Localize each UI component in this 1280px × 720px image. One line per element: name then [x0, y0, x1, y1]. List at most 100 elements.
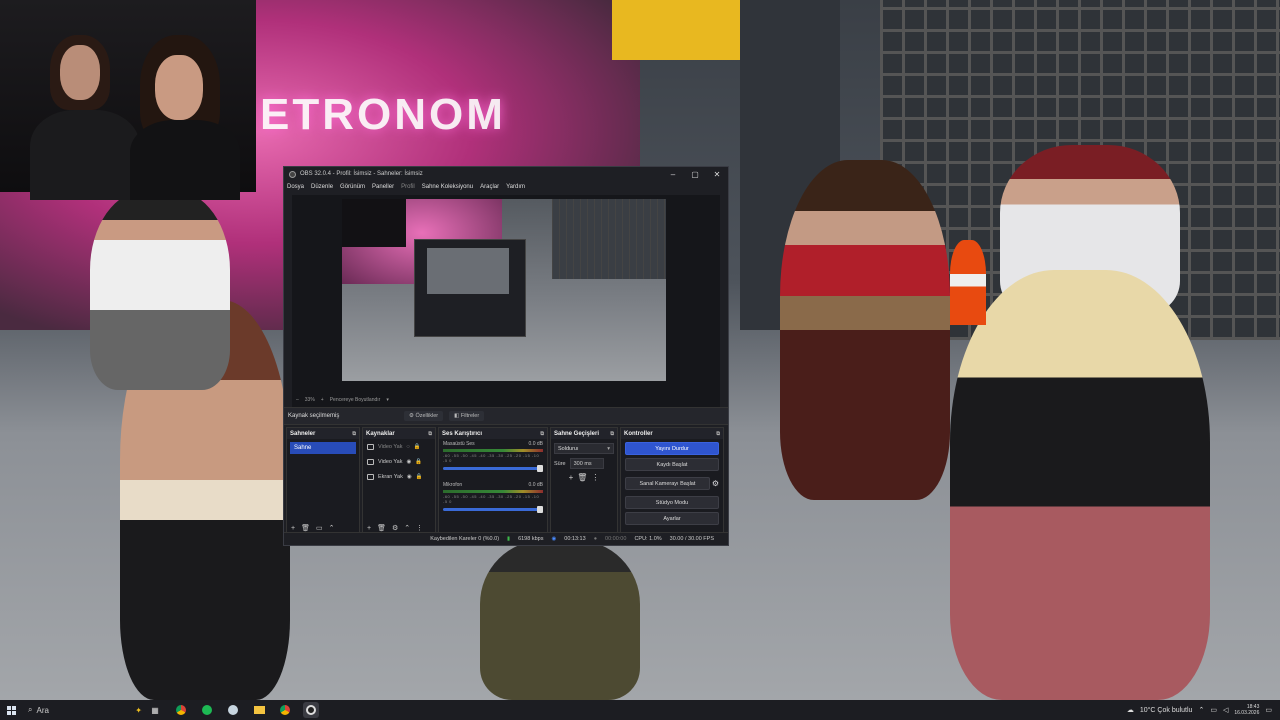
source-label: Video Yak [378, 458, 403, 465]
dropped-frames: Kaybedilen Kareler 0 (%0.0) [430, 536, 500, 542]
file-explorer-icon[interactable] [251, 702, 267, 718]
zoom-out-icon[interactable]: – [296, 397, 299, 403]
obs-titlebar[interactable]: OBS 32.0.4 - Profil: İsimsiz - Sahneler:… [284, 167, 728, 181]
duration-label: Süre [554, 460, 566, 467]
gear-icon[interactable]: ⚙ [712, 479, 719, 488]
chevron-up-icon[interactable]: ⌃ [1198, 706, 1204, 714]
filters-button[interactable]: ◧ Filtreler [449, 411, 485, 421]
clock[interactable]: 18:43 16.03.2026 [1234, 704, 1259, 716]
trash-icon[interactable]: 🗑 [377, 524, 386, 532]
source-item[interactable]: Video Yak ◌ 🔒 [363, 439, 435, 454]
weather-icon: ☁ [1126, 707, 1134, 714]
camera-icon [367, 458, 374, 465]
sources-dock: Kaynaklar ⧉ Video Yak ◌ 🔒 Video Yak ◉ 🔒 Ekran… [362, 427, 436, 535]
signal-icon: ▮ [507, 536, 511, 542]
lock-icon[interactable]: 🔒 [414, 444, 421, 450]
trash-icon[interactable]: 🗑 [577, 473, 587, 482]
dock-menu-icon[interactable]: ⧉ [540, 431, 544, 437]
maximize-button[interactable]: ▢ [684, 170, 706, 179]
obs-taskbar-icon[interactable] [303, 702, 319, 718]
lock-icon[interactable]: 🔒 [416, 474, 423, 480]
menu-file[interactable]: Dosya [287, 184, 304, 190]
source-label: Video Yak [378, 443, 403, 450]
settings-button[interactable]: Ayarlar [625, 512, 719, 525]
duration-input[interactable]: 300 ms [569, 458, 604, 469]
transition-select[interactable]: Solduruı ▾ [554, 443, 614, 454]
minimize-button[interactable]: – [662, 170, 684, 179]
menu-scene-collection[interactable]: Sahne Koleksiyonu [422, 184, 473, 190]
eye-icon[interactable]: ◉ [407, 474, 412, 480]
record-time: 00:00:00 [605, 536, 627, 542]
dock-menu-icon[interactable]: ⧉ [610, 431, 614, 437]
start-recording-button[interactable]: Kaydı Başlat [625, 458, 719, 471]
docks-row: Sahneler ⧉ Sahne + 🗑 ▭ ⌃ Kaynaklar ⧉ Video… [284, 425, 728, 537]
dock-menu-icon[interactable]: ⧉ [352, 431, 356, 437]
notifications-icon[interactable]: ▭ [1265, 706, 1272, 714]
more-icon[interactable]: ⋮ [591, 473, 599, 482]
dock-menu-icon[interactable]: ⧉ [716, 431, 720, 437]
eye-off-icon[interactable]: ◌ [406, 444, 409, 450]
duration-row: Süre 300 ms [554, 458, 614, 469]
close-button[interactable]: ✕ [706, 170, 728, 179]
bitrate: 6198 kbps [518, 536, 544, 542]
start-button[interactable] [0, 705, 22, 715]
steam-icon[interactable] [225, 702, 241, 718]
obs-logo-icon [289, 170, 296, 178]
mixer-channel: Mikrofon 0.0 dB -60 -55 -50 -45 -40 -35 -… [439, 480, 547, 513]
arrow-up-icon[interactable]: ⌃ [404, 524, 410, 532]
gear-icon[interactable]: ⚙ [392, 524, 398, 532]
weather-text[interactable]: 10°C Çok bulutlu [1140, 707, 1193, 714]
source-item[interactable]: Video Yak ◉ 🔒 [363, 454, 435, 469]
menu-edit[interactable]: Düzenle [311, 184, 333, 190]
scene-item[interactable]: Sahne [290, 442, 356, 454]
filter-icon[interactable]: ▭ [316, 524, 323, 532]
obs-window[interactable]: OBS 32.0.4 - Profil: İsimsiz - Sahneler:… [283, 166, 729, 546]
trash-icon[interactable]: 🗑 [301, 524, 310, 532]
eye-icon[interactable]: ◉ [406, 459, 411, 465]
task-view-icon[interactable]: ▦ [147, 702, 163, 718]
cpu-usage: CPU: 1.0% [634, 536, 662, 542]
preview-zoom: 33% [304, 397, 315, 403]
spotify-icon[interactable] [199, 702, 215, 718]
volume-slider[interactable] [443, 506, 543, 513]
transitions-title: Sahne Geçişleri [554, 430, 600, 437]
menu-tools[interactable]: Araçlar [480, 184, 499, 190]
preview-area[interactable]: – 33% + Pencereye Boyutlandır ▾ [292, 195, 720, 407]
controls-header: Kontroller ⧉ [621, 428, 723, 439]
stream-icon: ◉ [551, 536, 557, 542]
scenes-title: Sahneler [290, 430, 316, 437]
start-virtual-camera-button[interactable]: Sanal Kamerayı Başlat [625, 477, 710, 490]
dancer-center [480, 540, 640, 700]
fit-dropdown[interactable]: Pencereye Boyutlandır [330, 397, 381, 403]
menu-view[interactable]: Görünüm [340, 184, 365, 190]
preview-webcam [342, 199, 406, 247]
menu-help[interactable]: Yardım [506, 184, 525, 190]
add-icon[interactable]: + [367, 525, 371, 532]
fps-counter: 30.00 / 30.00 FPS [669, 536, 714, 542]
traffic-cone [950, 240, 986, 325]
lock-icon[interactable]: 🔒 [415, 459, 422, 465]
chrome-icon[interactable] [277, 702, 293, 718]
properties-button[interactable]: ⚙ Özellikler [404, 411, 444, 421]
studio-mode-button[interactable]: Stüdyo Modu [625, 496, 719, 509]
network-icon[interactable]: ▭ [1210, 706, 1217, 714]
zoom-in-icon[interactable]: + [321, 397, 324, 403]
taskbar-search[interactable]: ⌕ Ara ✦ [22, 705, 142, 715]
arrow-up-icon[interactable]: ⌃ [329, 524, 335, 532]
volume-slider[interactable] [443, 465, 543, 472]
more-icon[interactable]: ⋮ [416, 524, 423, 532]
slider-handle[interactable] [537, 506, 543, 513]
menu-docks[interactable]: Paneller [372, 184, 394, 190]
chevron-down-icon[interactable]: ▾ [386, 397, 389, 403]
stop-streaming-button[interactable]: Yayını Durdur [625, 442, 719, 455]
add-icon[interactable]: + [291, 525, 295, 532]
volume-meter [443, 490, 543, 493]
transition-actions: + 🗑 ⋮ [554, 473, 614, 482]
chrome-icon[interactable] [173, 702, 189, 718]
volume-icon[interactable]: ◁ [1223, 706, 1228, 714]
dock-menu-icon[interactable]: ⧉ [428, 431, 432, 437]
slider-handle[interactable] [537, 465, 543, 472]
menu-profile[interactable]: Profil [401, 184, 415, 190]
source-item[interactable]: Ekran Yak ◉ 🔒 [363, 469, 435, 484]
add-icon[interactable]: + [569, 473, 574, 482]
